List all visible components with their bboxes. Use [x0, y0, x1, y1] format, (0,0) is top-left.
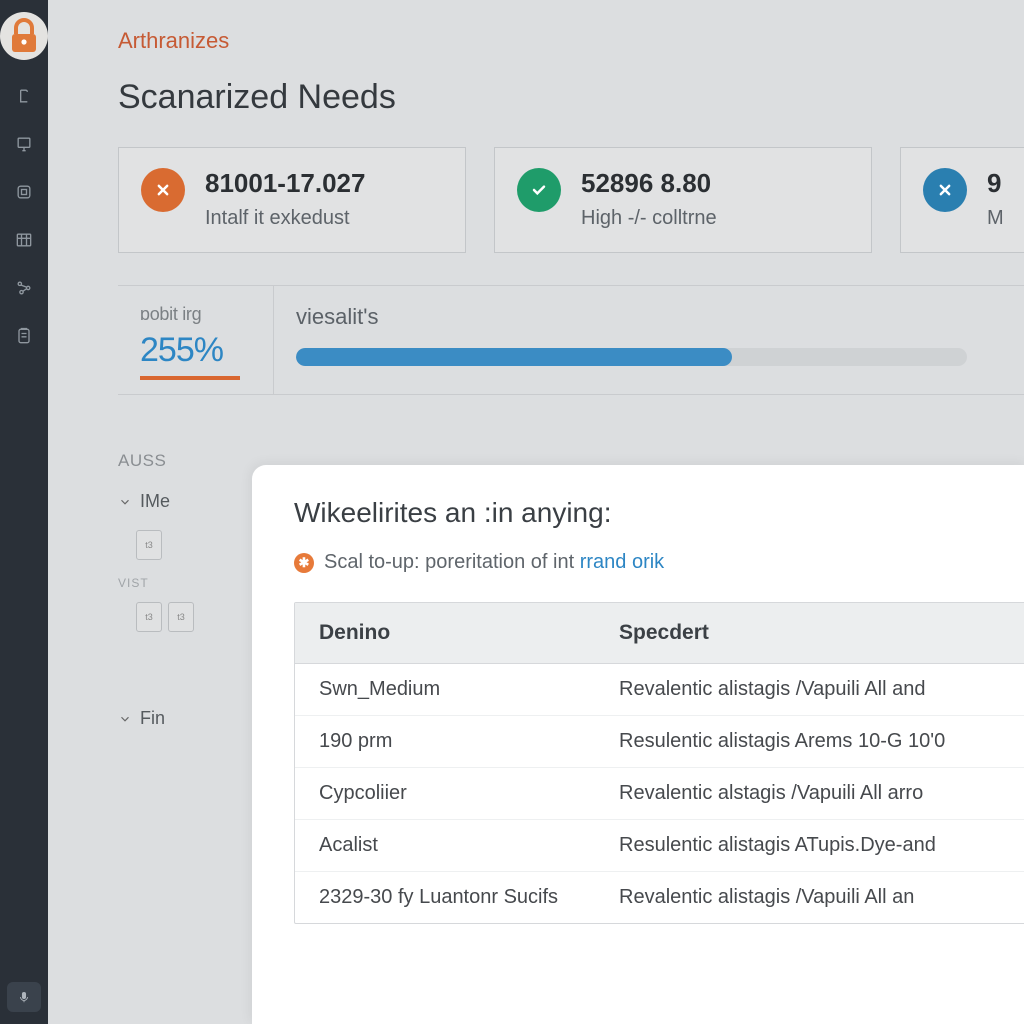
table-header: Denino Specdert [295, 603, 1024, 664]
sidebar-item-6[interactable] [12, 324, 36, 348]
card-value: 81001-17.027 [205, 168, 365, 199]
col-header-1[interactable]: Specdert [595, 603, 1024, 663]
cell: Swn_Medium [295, 664, 595, 715]
progress-fill [296, 348, 732, 366]
x-icon [141, 168, 185, 212]
sidebar-item-1[interactable] [12, 84, 36, 108]
sidebar-top-badge[interactable] [0, 12, 48, 60]
mini-box[interactable]: t3 [136, 530, 162, 560]
sidebar [0, 0, 48, 1024]
note-text: Scal to-up: poreritation of int [324, 551, 580, 573]
breadcrumb[interactable]: Arthranizes [118, 28, 1024, 54]
card-value: 9 [987, 168, 1004, 199]
summary-card-0[interactable]: 81001-17.027 Intalf it exkedust [118, 147, 466, 253]
alert-icon: ✱ [294, 553, 314, 573]
accordion-label: Fin [140, 708, 165, 729]
data-table: Denino Specdert Swn_Medium Revalentic al… [294, 602, 1024, 924]
panel-title: Wikeelirites an :in anying: [294, 497, 1024, 529]
mini-box[interactable]: t3 [136, 602, 162, 632]
cell: Revalentic alistagis /Vapuili All and [595, 664, 1024, 715]
table-row[interactable]: 190 prm Resulentic alistagis Arems 10-G … [295, 716, 1024, 768]
note-link[interactable]: rrand orik [580, 551, 664, 573]
card-sub: High -/- colltrne [581, 207, 717, 230]
cell: Revalentic alstagis /Vapuili All arro [595, 768, 1024, 819]
summary-card-1[interactable]: 52896 8.80 High -/- colltrne [494, 147, 872, 253]
cell: Revalentic alistagis /Vapuili All an [595, 872, 1024, 923]
accordion-label: IMe [140, 491, 170, 512]
progress-label: viesalit's [296, 304, 967, 330]
cell: 190 prm [295, 716, 595, 767]
progress-bar[interactable] [296, 348, 967, 366]
sidebar-item-3[interactable] [12, 180, 36, 204]
table-row[interactable]: Swn_Medium Revalentic alistagis /Vapuili… [295, 664, 1024, 716]
table-row[interactable]: Cypcoliier Revalentic alstagis /Vapuili … [295, 768, 1024, 820]
card-sub: Intalf it exkedust [205, 207, 365, 230]
mini-box[interactable]: t3 [168, 602, 194, 632]
sidebar-item-5[interactable] [12, 276, 36, 300]
cell: Resulentic alistagis Arems 10-G 10'0 [595, 716, 1024, 767]
chevron-down-icon [118, 712, 132, 726]
detail-panel: Wikeelirites an :in anying: ✱ Scal to-up… [252, 465, 1024, 1024]
stats-row: ɒobit irg 255% viesalit's [118, 285, 1024, 395]
x-icon [923, 168, 967, 212]
summary-cards: 81001-17.027 Intalf it exkedust 52896 8.… [118, 147, 1024, 253]
stat-value: 255% [140, 331, 251, 370]
stat-underline [140, 376, 240, 380]
table-row[interactable]: Acalist Resulentic alistagis ATupis.Dye-… [295, 820, 1024, 872]
stat-label: ɒobit irg [140, 304, 251, 325]
table-row[interactable]: 2329-30 fy Luantonr Sucifs Revalentic al… [295, 872, 1024, 923]
card-sub: M [987, 207, 1004, 230]
chevron-down-icon [118, 495, 132, 509]
progress-cell: viesalit's [274, 286, 1024, 394]
cell: Acalist [295, 820, 595, 871]
cell: 2329-30 fy Luantonr Sucifs [295, 872, 595, 923]
page-title: Scanarized Needs [118, 78, 1024, 117]
check-icon [517, 168, 561, 212]
stat-cell[interactable]: ɒobit irg 255% [118, 286, 274, 394]
sidebar-item-2[interactable] [12, 132, 36, 156]
cell: Cypcoliier [295, 768, 595, 819]
lock-icon [0, 12, 48, 60]
col-header-0[interactable]: Denino [295, 603, 595, 663]
card-value: 52896 8.80 [581, 168, 717, 199]
summary-card-2[interactable]: 9 M [900, 147, 1024, 253]
main-content: Arthranizes Scanarized Needs 81001-17.02… [48, 0, 1024, 1024]
sidebar-mic-button[interactable] [7, 982, 41, 1012]
panel-note: ✱ Scal to-up: poreritation of int rrand … [294, 551, 1024, 574]
sidebar-item-4[interactable] [12, 228, 36, 252]
cell: Resulentic alistagis ATupis.Dye-and [595, 820, 1024, 871]
